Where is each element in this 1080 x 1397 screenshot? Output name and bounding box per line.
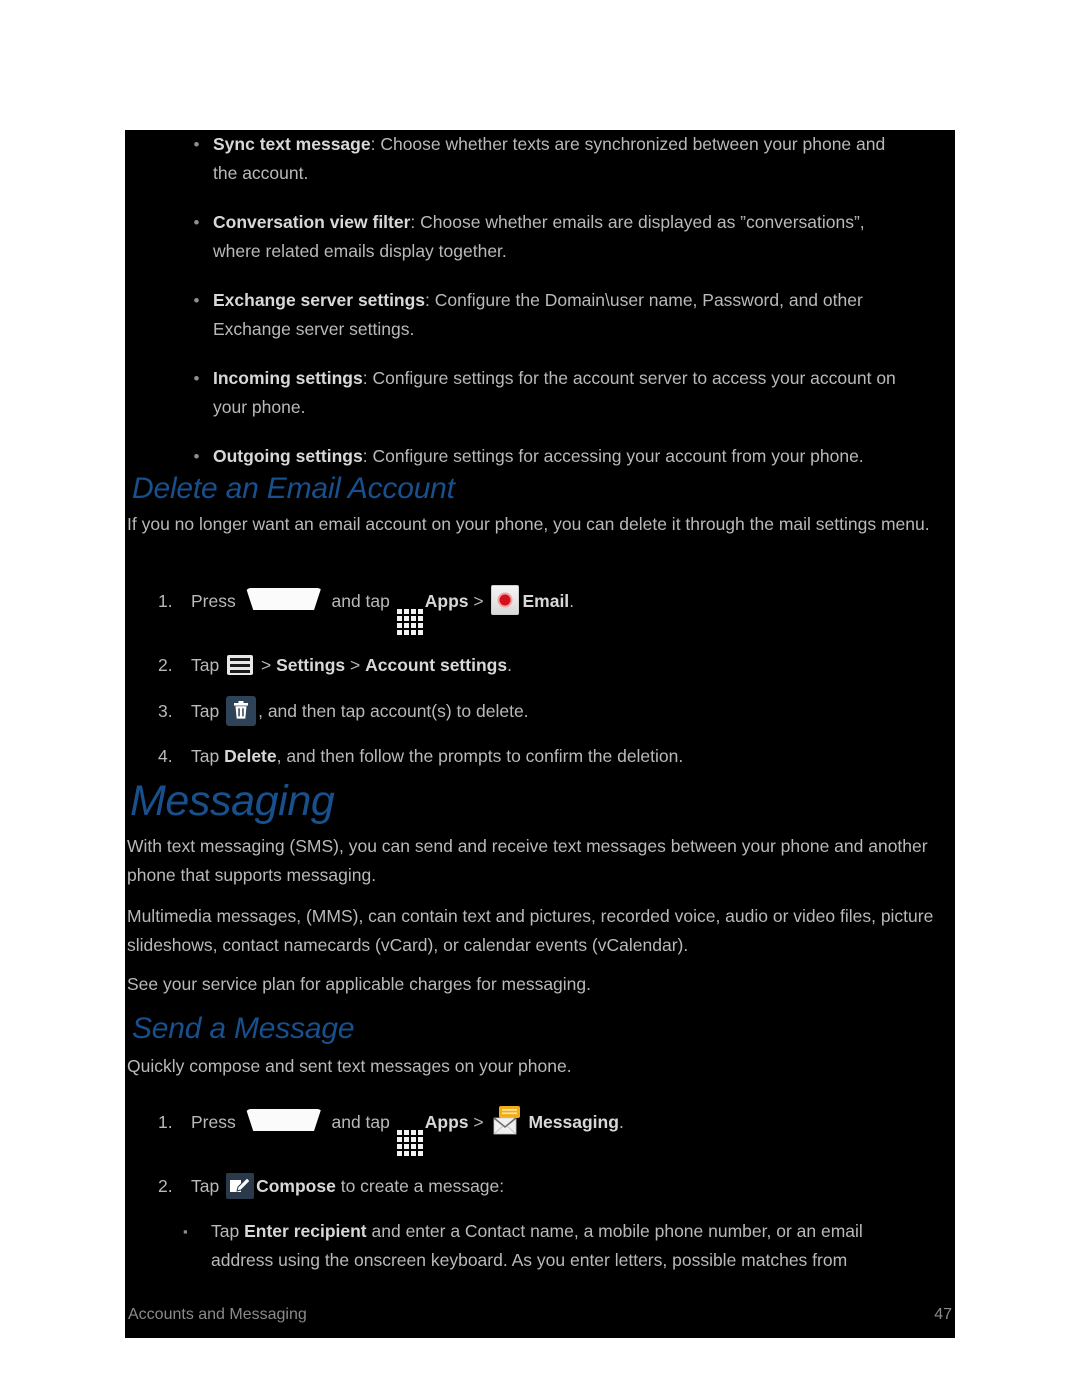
step-rest: , and then tap account(s) to delete. <box>258 701 529 721</box>
step-separator: > <box>260 655 272 675</box>
compose-label[interactable]: Compose <box>256 1176 336 1196</box>
messaging-paragraph-2: Multimedia messages, (MMS), can contain … <box>127 906 934 955</box>
list-item-term: Conversation view filter <box>213 212 411 232</box>
step-period: . <box>569 591 575 611</box>
step-period: . <box>618 1112 624 1132</box>
step-number: 3. <box>158 701 173 721</box>
step-text: Tap Delete, and then follow the prompts … <box>191 742 683 771</box>
apps-label[interactable]: Apps <box>425 1112 469 1132</box>
send-message-intro-text: Quickly compose and sent text messages o… <box>127 1056 572 1076</box>
step-text: Tap > Settings > Account settings. <box>191 651 512 680</box>
step-text: Press and tap Apps > Email. <box>191 585 574 635</box>
settings-label[interactable]: Settings <box>276 655 345 675</box>
step-item: 2. Tap Compose to create a message: <box>125 1172 955 1201</box>
step-number: 2. <box>158 1176 173 1196</box>
step-number: 2. <box>158 655 173 675</box>
delete-email-intro-text: If you no longer want an email account o… <box>127 514 930 534</box>
messaging-label[interactable]: Messaging <box>528 1112 618 1132</box>
bullet-dot-icon: • <box>193 135 200 154</box>
sub-verb: Tap <box>211 1221 240 1241</box>
delete-label[interactable]: Delete <box>224 746 277 766</box>
step-item: 2. Tap > Settings > Account settings. <box>125 651 955 680</box>
footer-section-title: Accounts and Messaging <box>128 1306 307 1323</box>
send-message-steps: 1. Press and tap Apps > Messaging. 2. Ta… <box>125 1105 955 1275</box>
home-key-icon[interactable] <box>246 588 322 610</box>
step-connector: and tap <box>331 1112 390 1132</box>
manual-page: • Sync text message: Choose whether text… <box>125 130 955 1338</box>
list-item-term: Exchange server settings <box>213 290 426 310</box>
step-separator: > <box>473 591 484 611</box>
list-item-term: Outgoing settings <box>213 446 363 466</box>
step-connector: and tap <box>331 591 390 611</box>
heading-send-a-message: Send a Message <box>132 1012 355 1045</box>
list-item-text: Sync text message: Choose whether texts … <box>213 130 913 188</box>
page-number: 47 <box>934 1306 952 1323</box>
home-key-icon[interactable] <box>246 1109 322 1131</box>
step-item: 1. Press and tap Apps > Messaging. <box>125 1105 955 1156</box>
step-rest: , and then follow the prompts to confirm… <box>276 746 684 766</box>
sub-list-item-text: Tap Enter recipient and enter a Contact … <box>211 1217 911 1275</box>
heading-messaging: Messaging <box>130 777 335 825</box>
compose-icon[interactable] <box>226 1173 255 1199</box>
apps-grid-icon[interactable] <box>396 609 423 635</box>
step-verb: Press <box>191 1112 236 1132</box>
step-verb: Tap <box>191 746 220 766</box>
list-item-text: Incoming settings: Configure settings fo… <box>213 364 913 422</box>
account-settings-label[interactable]: Account settings <box>365 655 507 675</box>
bullet-dot-icon: • <box>193 291 200 310</box>
step-text: Tap Compose to create a message: <box>191 1172 504 1201</box>
apps-grid-icon[interactable] <box>396 1130 423 1156</box>
list-item-text: Exchange server settings: Configure the … <box>213 286 913 344</box>
enter-recipient-label[interactable]: Enter recipient <box>244 1221 367 1241</box>
trash-icon[interactable] <box>226 696 257 726</box>
messaging-paragraph-3: See your service plan for applicable cha… <box>127 974 591 994</box>
list-item-text: Outgoing settings: Configure settings fo… <box>213 442 913 471</box>
bullet-square-icon: ▪ <box>183 1224 188 1239</box>
list-item: • Incoming settings: Configure settings … <box>125 364 955 422</box>
list-item: • Outgoing settings: Configure settings … <box>125 442 955 471</box>
step-item: 4. Tap Delete, and then follow the promp… <box>125 742 955 771</box>
list-item-text: Conversation view filter: Choose whether… <box>213 208 913 266</box>
step-verb: Tap <box>191 1176 220 1196</box>
messaging-envelope-icon[interactable] <box>491 1105 525 1137</box>
step-rest: to create a message: <box>340 1176 505 1196</box>
list-item-desc: : Configure settings for accessing your … <box>362 446 864 466</box>
bullet-dot-icon: • <box>193 369 200 388</box>
delete-email-steps: 1. Press and tap Apps > Email. 2. Tap > … <box>125 585 955 787</box>
step-separator: > <box>473 1112 484 1132</box>
list-item: • Conversation view filter: Choose wheth… <box>125 208 955 266</box>
step-number: 1. <box>158 1112 173 1132</box>
list-item: • Sync text message: Choose whether text… <box>125 130 955 188</box>
list-item-term: Incoming settings <box>213 368 363 388</box>
apps-label[interactable]: Apps <box>425 591 469 611</box>
messaging-paragraph-1: With text messaging (SMS), you can send … <box>127 836 928 885</box>
menu-key-icon[interactable] <box>227 655 254 675</box>
step-verb: Press <box>191 591 236 611</box>
step-item: 3. Tap , and then tap account(s) to dele… <box>125 696 955 726</box>
step-number: 4. <box>158 746 173 766</box>
step-text: Press and tap Apps > Messaging. <box>191 1105 624 1156</box>
step-verb: Tap <box>191 655 220 675</box>
settings-bullet-list: • Sync text message: Choose whether text… <box>125 130 955 491</box>
email-label[interactable]: Email <box>522 591 569 611</box>
step-number: 1. <box>158 591 173 611</box>
sub-list-item: ▪ Tap Enter recipient and enter a Contac… <box>125 1217 955 1275</box>
bullet-dot-icon: • <box>193 447 200 466</box>
email-envelope-icon[interactable] <box>491 585 520 615</box>
step-verb: Tap <box>191 701 220 721</box>
step-item: 1. Press and tap Apps > Email. <box>125 585 955 635</box>
heading-delete-an-email-account: Delete an Email Account <box>132 472 455 505</box>
step-separator: > <box>350 655 361 675</box>
page-footer: Accounts and Messaging 47 <box>125 1298 955 1338</box>
list-item-term: Sync text message <box>213 134 371 154</box>
bullet-dot-icon: • <box>193 213 200 232</box>
list-item: • Exchange server settings: Configure th… <box>125 286 955 344</box>
step-text: Tap , and then tap account(s) to delete. <box>191 696 529 726</box>
step-period: . <box>507 655 512 675</box>
